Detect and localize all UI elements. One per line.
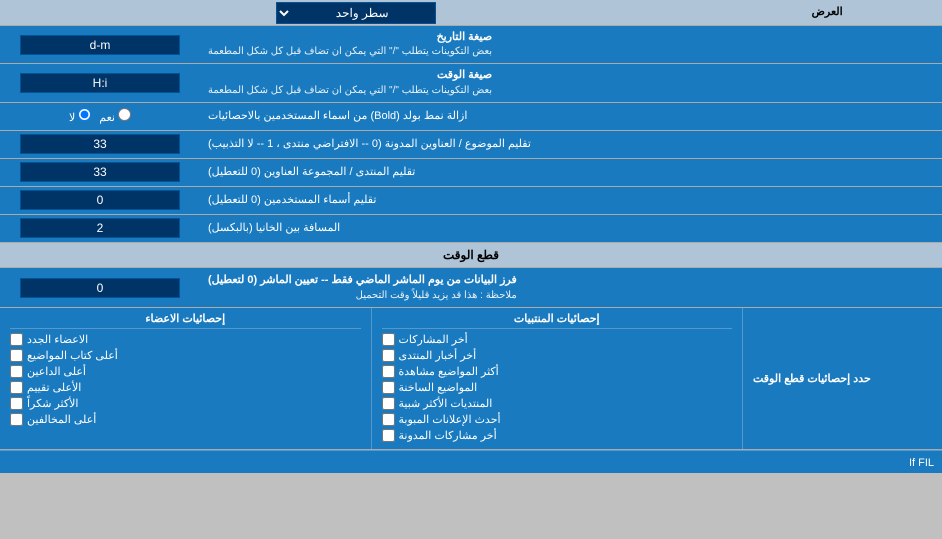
stats-contributions-check-2[interactable]	[382, 365, 395, 378]
bold-remove-label: ازالة نمط بولد (Bold) من اسماء المستخدمي…	[200, 103, 942, 130]
cell-distance-input-container	[0, 215, 200, 242]
stats-item-members-4: الأكثر شكراً	[10, 397, 361, 410]
dropdown-container: سطر واحد	[0, 0, 712, 25]
stats-item-contributions-0: أخر المشاركات	[382, 333, 733, 346]
stats-item-members-5: أعلى المخالفين	[10, 413, 361, 426]
stats-contributions-check-3[interactable]	[382, 381, 395, 394]
bold-remove-radio-container: نعم لا	[0, 103, 200, 130]
stats-section-label: حدد إحصائيات قطع الوقت	[742, 308, 942, 449]
members-stats-col: إحصائيات الاعضاء الاعضاء الجدد أعلى كتاب…	[0, 308, 371, 449]
stats-contributions-check-0[interactable]	[382, 333, 395, 346]
stats-members-label-0: الاعضاء الجدد	[27, 333, 88, 346]
members-stats-title: إحصائيات الاعضاء	[10, 312, 361, 329]
stats-item-members-3: الأعلى تقييم	[10, 381, 361, 394]
stats-contributions-label-1: أخر أخبار المنتدى	[399, 349, 477, 362]
stats-members-label-3: الأعلى تقييم	[27, 381, 81, 394]
stats-contributions-label-0: أخر المشاركات	[399, 333, 468, 346]
contributions-stats-col: إحصائيات المنتبيات أخر المشاركات أخر أخب…	[371, 308, 743, 449]
stats-members-check-1[interactable]	[10, 349, 23, 362]
forum-count-label: تقليم المنتدى / المجموعة العناوين (0 للت…	[200, 159, 942, 186]
stats-contributions-label-3: المواضيع الساخنة	[399, 381, 478, 394]
cutoff-section-header: قطع الوقت	[0, 243, 942, 268]
stats-members-check-3[interactable]	[10, 381, 23, 394]
display-mode-select[interactable]: سطر واحد	[276, 2, 436, 24]
stats-contributions-check-5[interactable]	[382, 413, 395, 426]
stats-contributions-label-2: أكثر المواضيع مشاهدة	[399, 365, 499, 378]
contributions-stats-title: إحصائيات المنتبيات	[382, 312, 733, 329]
radio-yes-label: نعم	[99, 108, 131, 124]
radio-no-label: لا	[69, 108, 91, 124]
stats-item-members-2: أعلى الداعين	[10, 365, 361, 378]
date-format-input-container	[0, 26, 200, 63]
stats-item-members-0: الاعضاء الجدد	[10, 333, 361, 346]
stats-members-check-4[interactable]	[10, 397, 23, 410]
stats-members-label-4: الأكثر شكراً	[27, 397, 78, 410]
topics-count-input-container	[0, 131, 200, 158]
if-fil-text: If FIL	[909, 457, 934, 469]
stats-contributions-check-6[interactable]	[382, 429, 395, 442]
topics-count-input[interactable]	[20, 134, 180, 154]
stats-members-check-0[interactable]	[10, 333, 23, 346]
stats-contributions-check-1[interactable]	[382, 349, 395, 362]
cell-distance-input[interactable]	[20, 218, 180, 238]
cutoff-input[interactable]	[20, 278, 180, 298]
stats-item-contributions-5: أحدث الإعلانات المبوبة	[382, 413, 733, 426]
radio-yes[interactable]	[118, 108, 131, 121]
stats-members-label-2: أعلى الداعين	[27, 365, 86, 378]
radio-no[interactable]	[78, 108, 91, 121]
stats-members-label-1: أعلى كتاب المواضيع	[27, 349, 118, 362]
stats-item-members-1: أعلى كتاب المواضيع	[10, 349, 361, 362]
stats-contributions-label-4: المنتديات الأكثر شبية	[399, 397, 493, 410]
time-format-input[interactable]	[20, 73, 180, 93]
cutoff-input-container	[0, 268, 200, 308]
users-count-input-container	[0, 187, 200, 214]
topics-count-label: تقليم الموضوع / العناوين المدونة (0 -- ا…	[200, 131, 942, 158]
forum-count-input-container	[0, 159, 200, 186]
if-fil-row: If FIL	[0, 450, 942, 473]
date-format-label: صيغة التاريخ بعض التكوينات يتطلب "/" الت…	[200, 26, 942, 63]
stats-contributions-label-5: أحدث الإعلانات المبوبة	[399, 413, 501, 426]
stats-members-check-2[interactable]	[10, 365, 23, 378]
stats-members-check-5[interactable]	[10, 413, 23, 426]
header-right-label: العرض	[712, 0, 942, 25]
stats-item-contributions-6: أخر مشاركات المدونة	[382, 429, 733, 442]
users-count-label: تقليم أسماء المستخدمين (0 للتعطيل)	[200, 187, 942, 214]
stats-item-contributions-3: المواضيع الساخنة	[382, 381, 733, 394]
cutoff-row-label: فرز البيانات من يوم الماشر الماضي فقط --…	[200, 268, 942, 308]
stats-members-label-5: أعلى المخالفين	[27, 413, 96, 426]
stats-item-contributions-2: أكثر المواضيع مشاهدة	[382, 365, 733, 378]
users-count-input[interactable]	[20, 190, 180, 210]
stats-item-contributions-4: المنتديات الأكثر شبية	[382, 397, 733, 410]
cell-distance-label: المسافة بين الخانيا (بالبكسل)	[200, 215, 942, 242]
forum-count-input[interactable]	[20, 162, 180, 182]
stats-contributions-label-6: أخر مشاركات المدونة	[399, 429, 497, 442]
date-format-input[interactable]	[20, 35, 180, 55]
time-format-input-container	[0, 64, 200, 101]
stats-contributions-check-4[interactable]	[382, 397, 395, 410]
time-format-label: صيغة الوقت بعض التكوينات يتطلب "/" التي …	[200, 64, 942, 101]
stats-item-contributions-1: أخر أخبار المنتدى	[382, 349, 733, 362]
